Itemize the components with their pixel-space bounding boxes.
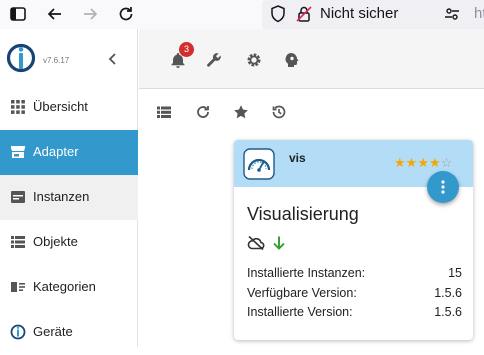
star-filled-icon: ★ bbox=[394, 155, 406, 170]
logo-area: v7.6.17 bbox=[0, 29, 138, 89]
info-row-installed-instances: Installierte Instanzen: 15 bbox=[247, 266, 462, 282]
refresh-icon[interactable] bbox=[195, 104, 211, 120]
sidebar-item-geraete[interactable]: Geräte bbox=[0, 310, 138, 355]
info-value: 15 bbox=[448, 266, 462, 280]
adapter-status-icons bbox=[247, 235, 307, 251]
star-filled-icon: ★ bbox=[405, 155, 418, 170]
address-bar[interactable]: Nicht sicher http:/ bbox=[262, 0, 484, 29]
star-filter-icon[interactable] bbox=[233, 104, 249, 120]
security-label[interactable]: Nicht sicher bbox=[320, 5, 398, 22]
cloud-off-icon bbox=[247, 235, 265, 251]
iobroker-logo-icon[interactable] bbox=[6, 43, 36, 73]
app-toolbar bbox=[139, 29, 484, 89]
devices-icon bbox=[10, 324, 26, 340]
arrow-down-icon bbox=[273, 236, 285, 250]
sidebar-item-label: Geräte bbox=[33, 324, 73, 339]
gear-icon[interactable] bbox=[245, 51, 263, 69]
info-row-available-version: Verfügbare Version: 1.5.6 bbox=[247, 286, 462, 302]
browser-toolbar: Nicht sicher http:/ bbox=[0, 0, 484, 29]
back-arrow-icon[interactable] bbox=[45, 4, 65, 24]
sidebar-item-label: Übersicht bbox=[33, 99, 88, 114]
shield-icon[interactable] bbox=[268, 4, 288, 24]
wrench-icon[interactable] bbox=[205, 51, 223, 69]
more-vertical-icon bbox=[441, 180, 445, 194]
forward-arrow-icon[interactable] bbox=[80, 4, 100, 24]
star-filled-icon: ★ bbox=[417, 155, 429, 170]
list-view-icon[interactable] bbox=[156, 104, 172, 120]
info-value: 1.5.6 bbox=[434, 286, 462, 300]
url-text[interactable]: http:/ bbox=[474, 5, 484, 22]
star-empty-icon: ☆ bbox=[440, 155, 453, 170]
info-label: Installierte Instanzen: bbox=[247, 266, 366, 280]
sidebar-item-adapter[interactable]: Adapter bbox=[0, 130, 138, 175]
adapter-title: Visualisierung bbox=[247, 204, 359, 224]
info-label: Installierte Version: bbox=[247, 305, 353, 319]
sidebar-item-objekte[interactable]: Objekte bbox=[0, 220, 138, 265]
sidebar-item-label: Kategorien bbox=[33, 279, 96, 294]
insecure-lock-icon[interactable] bbox=[294, 4, 314, 24]
sidebar-item-label: Instanzen bbox=[33, 189, 90, 204]
info-row-installed-version: Installierte Version: 1.5.6 bbox=[247, 305, 462, 321]
grid-icon bbox=[11, 100, 25, 114]
list-icon bbox=[11, 236, 25, 248]
info-label: Verfügbare Version: bbox=[247, 286, 357, 300]
notification-badge: 3 bbox=[179, 42, 194, 57]
permissions-icon[interactable] bbox=[442, 4, 462, 24]
categories-icon bbox=[11, 282, 25, 292]
vis-gauge-icon bbox=[243, 148, 275, 180]
version-label: v7.6.17 bbox=[43, 56, 70, 65]
chevron-left-icon[interactable] bbox=[106, 52, 120, 66]
rating-stars[interactable]: ★★★★☆ bbox=[394, 155, 452, 171]
store-icon bbox=[11, 146, 25, 158]
more-actions-button[interactable] bbox=[427, 171, 459, 203]
star-filled-icon: ★ bbox=[428, 155, 441, 170]
sidebar-item-label: Adapter bbox=[33, 144, 79, 159]
expert-mode-head-icon[interactable] bbox=[283, 51, 301, 69]
sidebar-item-label: Objekte bbox=[33, 234, 78, 249]
info-value: 1.5.6 bbox=[434, 305, 462, 319]
reload-icon[interactable] bbox=[116, 4, 136, 24]
adapter-name: vis bbox=[289, 151, 306, 165]
sidebar-item-kategorien[interactable]: Kategorien bbox=[0, 265, 138, 310]
sidebar-toggle-icon[interactable] bbox=[8, 4, 28, 24]
adapter-card[interactable]: vis ★★★★☆ Visualisierung Installierte In… bbox=[234, 140, 473, 340]
sidebar-item-instanzen[interactable]: Instanzen bbox=[0, 175, 138, 220]
adapter-list-toolbar bbox=[139, 90, 484, 134]
history-icon[interactable] bbox=[271, 104, 287, 120]
sidebar: v7.6.17 Übersicht Adapter Instanzen Obje… bbox=[0, 29, 138, 347]
sidebar-item-uebersicht[interactable]: Übersicht bbox=[0, 85, 138, 130]
instances-icon bbox=[11, 191, 25, 203]
